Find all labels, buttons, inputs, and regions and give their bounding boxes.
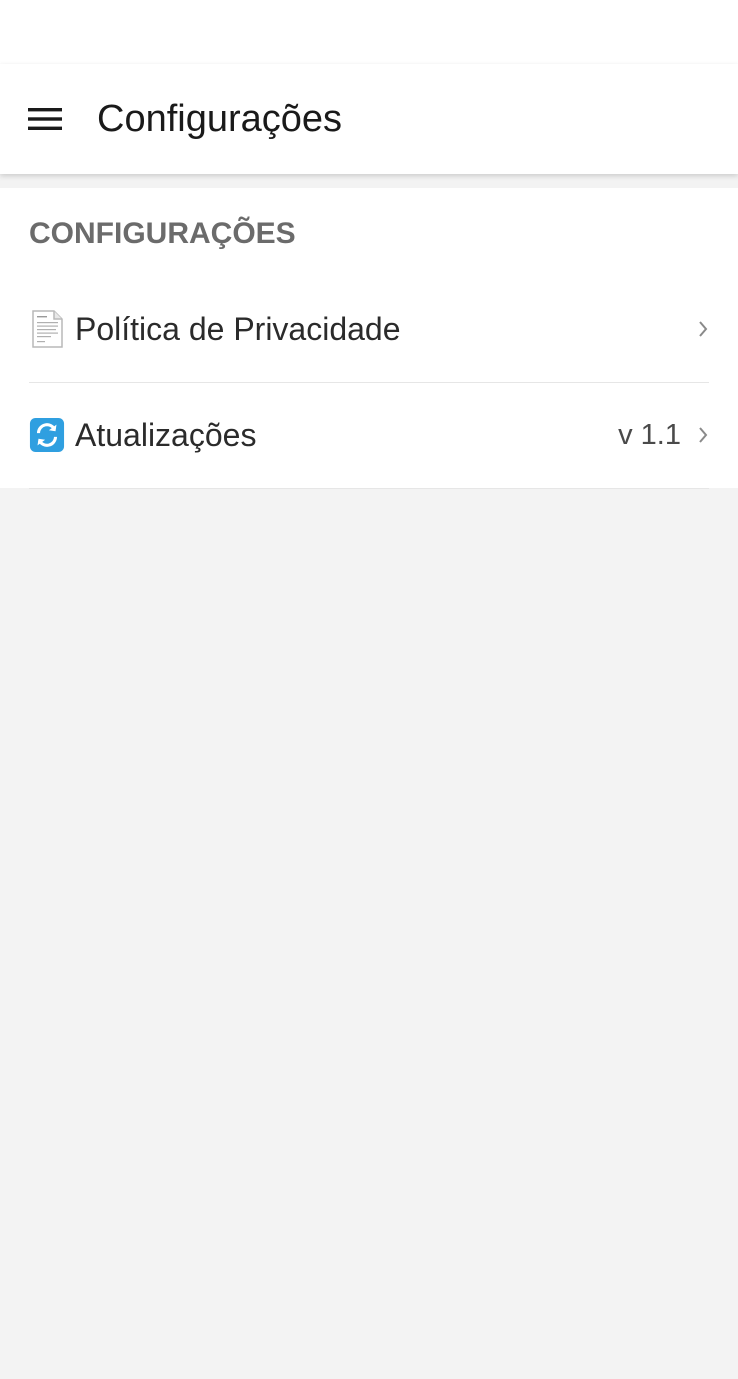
chevron-right-icon	[697, 319, 709, 339]
menu-button[interactable]	[16, 94, 74, 144]
list-item-updates[interactable]: Atualizações v 1.1	[29, 382, 709, 489]
chevron-right-icon	[697, 425, 709, 445]
refresh-icon	[29, 416, 65, 454]
list-item-label: Política de Privacidade	[75, 311, 401, 347]
list-item-label: Atualizações	[75, 417, 257, 453]
page-title: Configurações	[97, 98, 343, 140]
list-item-privacy-policy[interactable]: Política de Privacidade	[29, 276, 709, 383]
document-icon	[29, 310, 65, 348]
app-bar: Configurações	[0, 64, 738, 174]
version-value: v 1.1	[618, 419, 681, 451]
hamburger-menu-icon	[28, 107, 62, 131]
settings-list: CONFIGURAÇÕES Política de Privacidade At…	[0, 188, 738, 489]
section-header: CONFIGURAÇÕES	[29, 217, 296, 250]
status-bar	[0, 0, 738, 64]
